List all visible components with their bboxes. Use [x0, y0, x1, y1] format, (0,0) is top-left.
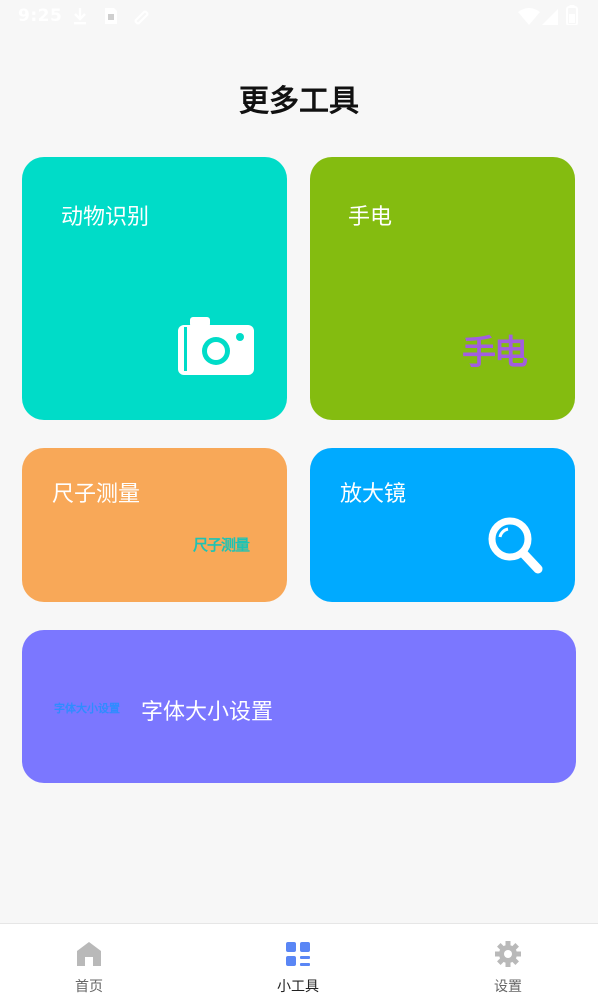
bottom-nav: 首页 小工具 设置: [0, 923, 598, 999]
flashlight-label: 手电: [348, 205, 393, 230]
home-icon: [77, 942, 101, 966]
battery-icon: [566, 5, 578, 25]
search-icon: [488, 517, 543, 574]
grid-icon: [286, 942, 310, 966]
animal-recognition-card[interactable]: 动物识别: [22, 157, 287, 420]
magnifier-card[interactable]: 放大镜: [310, 448, 575, 602]
nav-home-label: 首页: [75, 979, 103, 995]
sim-icon: [105, 8, 117, 24]
page-title: 更多工具: [239, 84, 359, 119]
nav-home[interactable]: 首页: [29, 924, 149, 999]
gear-icon: [495, 941, 521, 967]
vpn-icon: [134, 10, 149, 25]
flashlight-graphic: 手电: [462, 333, 528, 373]
camera-icon: [178, 317, 254, 375]
nav-settings[interactable]: 设置: [448, 924, 568, 999]
font-size-label: 字体大小设置: [141, 700, 274, 725]
download-icon: [74, 8, 86, 25]
nav-tools-label: 小工具: [277, 979, 319, 995]
ruler-label: 尺子测量: [52, 482, 141, 507]
nav-settings-label: 设置: [494, 979, 522, 995]
status-time: 9:25: [18, 6, 63, 26]
font-size-graphic: 字体大小设置: [54, 702, 120, 715]
magnifier-label: 放大镜: [340, 482, 407, 507]
flashlight-card[interactable]: 手电 手电: [310, 157, 575, 420]
nav-tools[interactable]: 小工具: [238, 924, 358, 999]
status-bar: 9:25: [0, 0, 598, 34]
wifi-icon: [518, 8, 540, 25]
ruler-graphic: 尺子测量: [193, 536, 250, 554]
ruler-card[interactable]: 尺子测量 尺子测量: [22, 448, 287, 602]
signal-icon: [542, 9, 558, 25]
animal-recognition-label: 动物识别: [61, 205, 150, 230]
font-size-card[interactable]: 字体大小设置 字体大小设置: [22, 630, 576, 783]
